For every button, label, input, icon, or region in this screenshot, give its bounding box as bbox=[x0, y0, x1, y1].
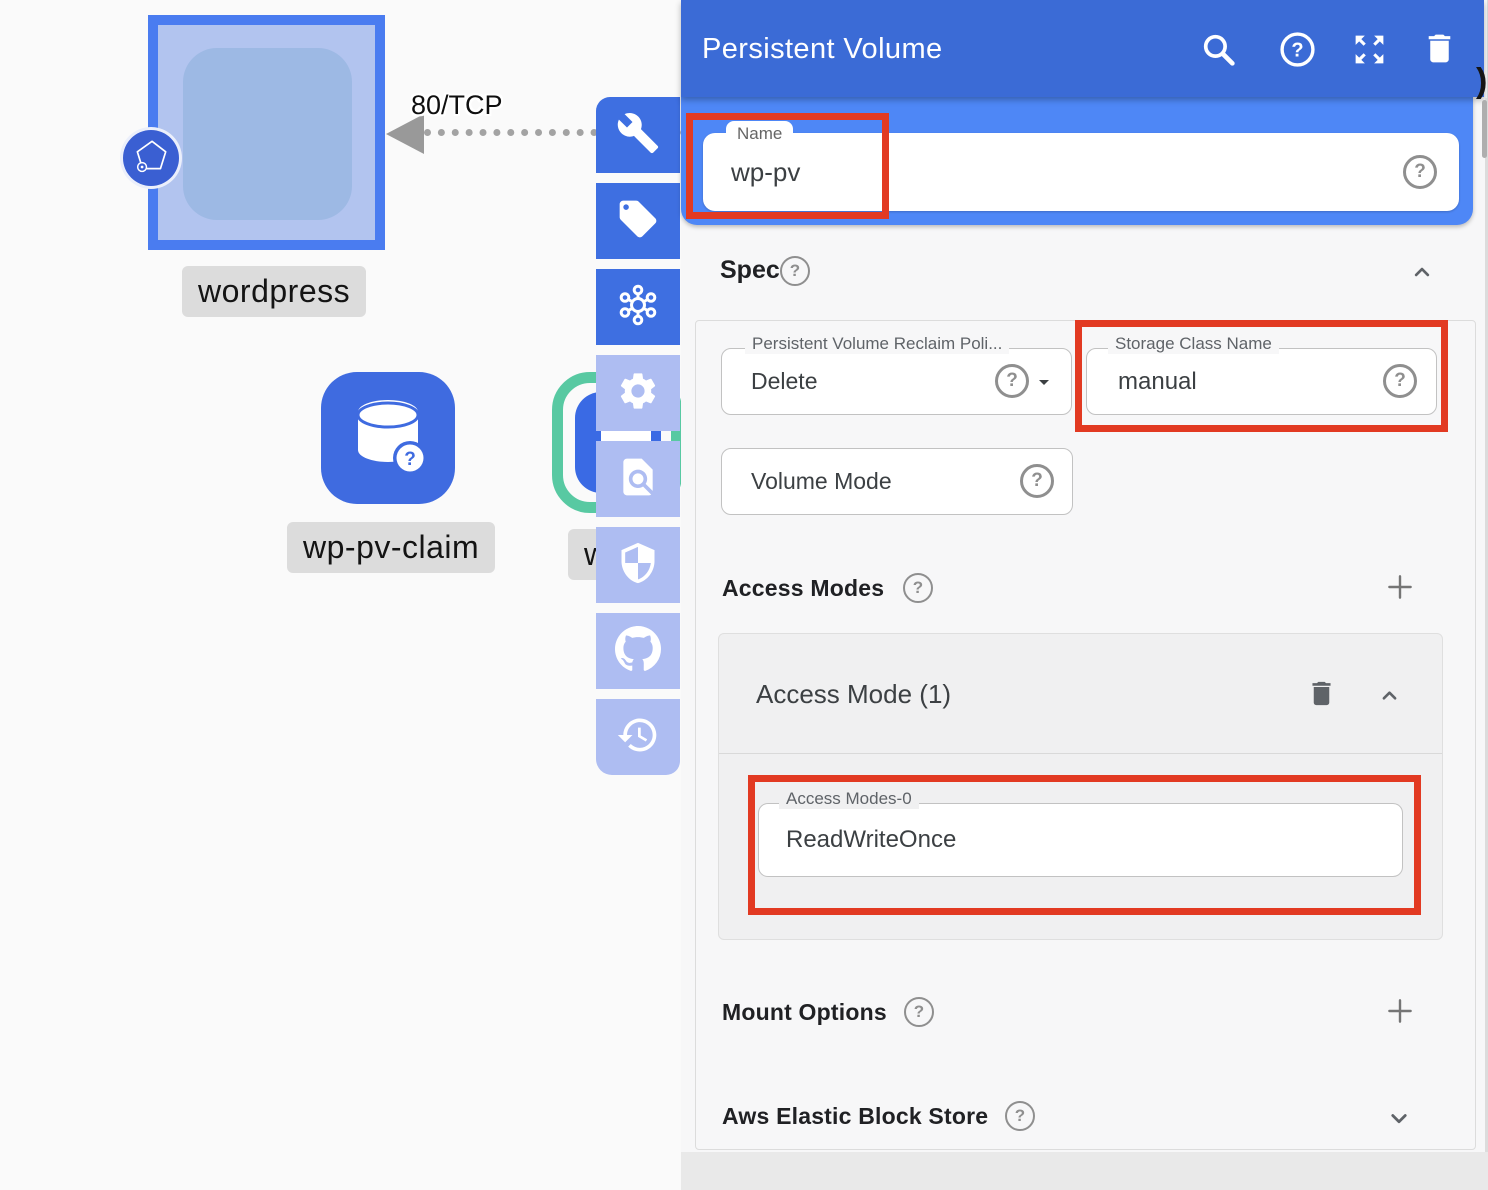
node-label-wp-pv-claim: wp-pv-claim bbox=[287, 522, 495, 573]
spec-help-icon[interactable] bbox=[780, 256, 810, 286]
toolbar-tab-network[interactable] bbox=[596, 269, 680, 345]
page-bottom-strip bbox=[681, 1152, 1488, 1190]
delete-icon[interactable] bbox=[1421, 30, 1458, 72]
aws-ebs-help-icon[interactable] bbox=[1005, 1101, 1035, 1131]
card-delete-icon[interactable] bbox=[1306, 678, 1337, 714]
card-collapse-icon[interactable] bbox=[1376, 682, 1403, 714]
access-modes-help-icon[interactable] bbox=[903, 573, 933, 603]
toolbar-tab-inspect[interactable] bbox=[596, 441, 680, 517]
spec-heading: Spec bbox=[720, 256, 780, 285]
spec-collapse-icon[interactable] bbox=[1408, 258, 1436, 291]
search-icon[interactable] bbox=[1200, 31, 1237, 73]
help-icon[interactable]: ? bbox=[1279, 31, 1316, 73]
pentagon-icon bbox=[130, 135, 172, 182]
volume-mode-help-icon[interactable] bbox=[1020, 464, 1054, 498]
access-mode-card-title: Access Mode (1) bbox=[756, 679, 951, 710]
reclaim-policy-label: Persistent Volume Reclaim Poli... bbox=[745, 334, 1009, 354]
pod-badge bbox=[120, 127, 182, 189]
access-modes-heading: Access Modes bbox=[722, 575, 884, 602]
card-divider bbox=[719, 753, 1442, 754]
reclaim-policy-value: Delete bbox=[751, 368, 817, 395]
highlight-access-mode bbox=[748, 775, 1421, 915]
toolbar-tab-security[interactable] bbox=[596, 527, 680, 603]
node-wordpress[interactable] bbox=[148, 15, 385, 250]
find-in-page-icon bbox=[616, 455, 660, 504]
panel-header: Persistent Volume ? bbox=[681, 0, 1484, 97]
expand-icon[interactable] bbox=[1351, 31, 1388, 73]
aws-ebs-expand-icon[interactable] bbox=[1384, 1103, 1414, 1138]
dropdown-caret-icon[interactable] bbox=[1032, 370, 1056, 399]
scrollbar-thumb[interactable] bbox=[1482, 100, 1487, 158]
tag-icon bbox=[616, 197, 660, 246]
node-label-wordpress: wordpress bbox=[182, 266, 366, 317]
hub-icon bbox=[614, 281, 662, 334]
name-help-icon[interactable] bbox=[1403, 155, 1437, 189]
svg-text:?: ? bbox=[404, 449, 416, 470]
volume-mode-label: Volume Mode bbox=[751, 468, 892, 495]
toolbar-tab-wrench[interactable] bbox=[596, 97, 680, 173]
toolbar-tab-labels[interactable] bbox=[596, 183, 680, 259]
volume-mode-select[interactable]: Volume Mode bbox=[721, 448, 1073, 515]
reclaim-policy-help-icon[interactable] bbox=[995, 364, 1029, 398]
edge-label: 80/TCP bbox=[411, 90, 503, 121]
edge-artifact-glyph: ) bbox=[1476, 62, 1487, 101]
access-modes-add-icon[interactable] bbox=[1383, 570, 1417, 609]
scrollbar-track[interactable] bbox=[1485, 98, 1487, 1152]
toolbar-tab-settings[interactable] bbox=[596, 355, 680, 431]
app-root: wordpress 80/TCP ? wp-pv-claim w bbox=[0, 0, 1488, 1190]
gear-icon bbox=[616, 369, 660, 418]
mount-options-add-icon[interactable] bbox=[1383, 994, 1417, 1033]
wrench-icon bbox=[616, 111, 660, 160]
highlight-storage-class bbox=[1075, 320, 1448, 432]
mount-options-help-icon[interactable] bbox=[904, 997, 934, 1027]
panel-title: Persistent Volume bbox=[702, 33, 943, 66]
aws-ebs-heading: Aws Elastic Block Store bbox=[722, 1103, 988, 1130]
svg-text:?: ? bbox=[1291, 39, 1303, 61]
node-wp-pv-claim[interactable]: ? bbox=[321, 372, 455, 504]
highlight-name bbox=[686, 113, 889, 219]
toolbar-tab-github[interactable] bbox=[596, 613, 680, 689]
reclaim-policy-select[interactable]: Delete bbox=[721, 348, 1072, 415]
node-wordpress-inner bbox=[183, 48, 352, 220]
toolbar-tab-history[interactable] bbox=[596, 699, 680, 775]
github-icon bbox=[615, 626, 661, 677]
mount-options-heading: Mount Options bbox=[722, 999, 887, 1026]
shield-icon bbox=[616, 541, 660, 590]
history-icon bbox=[616, 713, 660, 762]
